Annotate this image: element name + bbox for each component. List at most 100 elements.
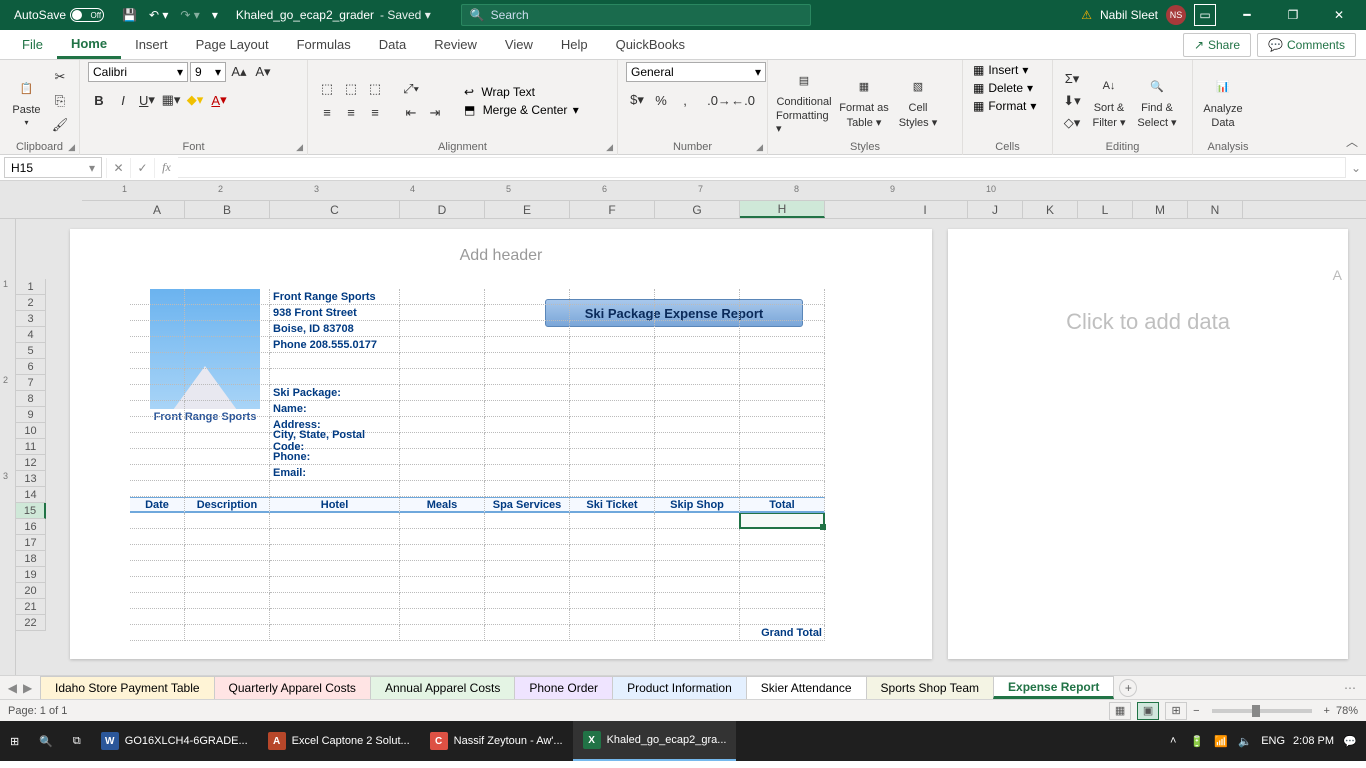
row-header-15[interactable]: 15: [16, 503, 46, 519]
wifi-icon[interactable]: 📶: [1213, 733, 1229, 749]
cell[interactable]: [130, 513, 185, 529]
cell[interactable]: [185, 401, 270, 417]
formula-input[interactable]: [178, 157, 1346, 178]
cell[interactable]: [570, 449, 655, 465]
cell[interactable]: [740, 449, 825, 465]
add-sheet-button[interactable]: +: [1119, 679, 1137, 697]
tab-data[interactable]: Data: [365, 31, 420, 59]
increase-font-icon[interactable]: A▴: [228, 62, 250, 82]
cell[interactable]: [740, 289, 825, 305]
sheet-prev-icon[interactable]: ◀: [8, 681, 17, 695]
underline-button[interactable]: U▾: [136, 90, 158, 110]
row-header-6[interactable]: 6: [16, 359, 46, 375]
clock[interactable]: 2:08 PM: [1293, 735, 1334, 747]
horizontal-ruler[interactable]: 12345678910: [82, 181, 1366, 201]
maximize-button[interactable]: ❐: [1270, 0, 1316, 30]
increase-indent-icon[interactable]: ⇥: [424, 103, 446, 123]
sheet-tab-skier[interactable]: Skier Attendance: [746, 676, 867, 699]
cell[interactable]: [485, 289, 570, 305]
cell[interactable]: [570, 417, 655, 433]
cell[interactable]: [185, 305, 270, 321]
cell[interactable]: [740, 369, 825, 385]
cell[interactable]: [655, 561, 740, 577]
cell[interactable]: [485, 353, 570, 369]
cell[interactable]: Ski Ticket: [570, 497, 655, 513]
align-launcher-icon[interactable]: ◢: [606, 142, 613, 153]
number-launcher-icon[interactable]: ◢: [756, 142, 763, 153]
cell[interactable]: [130, 337, 185, 353]
cell[interactable]: [655, 465, 740, 481]
task-view-icon[interactable]: ⧉: [63, 721, 91, 761]
cell[interactable]: [570, 465, 655, 481]
find-select-button[interactable]: 🔍Find &Select ▾: [1135, 66, 1179, 136]
cell[interactable]: [185, 481, 270, 497]
comma-icon[interactable]: ,: [674, 90, 696, 110]
row-header-10[interactable]: 10: [16, 423, 46, 439]
taskbar-search-icon[interactable]: 🔍: [29, 721, 63, 761]
clear-icon[interactable]: ◇▾: [1061, 113, 1083, 133]
cell[interactable]: [270, 609, 400, 625]
col-header-D[interactable]: D: [400, 201, 485, 218]
cell[interactable]: [570, 305, 655, 321]
save-icon[interactable]: 💾: [118, 6, 141, 24]
font-launcher-icon[interactable]: ◢: [296, 142, 303, 153]
cell[interactable]: [130, 321, 185, 337]
cell[interactable]: [485, 449, 570, 465]
cell[interactable]: [570, 577, 655, 593]
cell[interactable]: [740, 529, 825, 545]
cell[interactable]: [185, 417, 270, 433]
row-header-2[interactable]: 2: [16, 295, 46, 311]
autosum-icon[interactable]: Σ▾: [1061, 69, 1083, 89]
col-header-C[interactable]: C: [270, 201, 400, 218]
tab-home[interactable]: Home: [57, 31, 121, 59]
align-top-icon[interactable]: ⬚: [316, 79, 338, 99]
cell[interactable]: [185, 289, 270, 305]
cell[interactable]: [740, 561, 825, 577]
cell[interactable]: [400, 305, 485, 321]
expand-formula-icon[interactable]: ⌄: [1346, 161, 1366, 175]
volume-icon[interactable]: 🔈: [1237, 733, 1253, 749]
sheet-tab-expense[interactable]: Expense Report: [993, 676, 1114, 699]
cell[interactable]: [485, 369, 570, 385]
cell[interactable]: [655, 513, 740, 529]
cell[interactable]: [130, 593, 185, 609]
vertical-ruler[interactable]: 123: [0, 219, 16, 675]
cell[interactable]: [655, 545, 740, 561]
cell[interactable]: [270, 369, 400, 385]
tab-insert[interactable]: Insert: [121, 31, 182, 59]
user-name[interactable]: Nabil Sleet: [1100, 8, 1158, 22]
cell[interactable]: [270, 481, 400, 497]
cell[interactable]: [570, 513, 655, 529]
row-header-20[interactable]: 20: [16, 583, 46, 599]
page-break-view-icon[interactable]: ⊞: [1165, 702, 1187, 720]
sheet-next-icon[interactable]: ▶: [23, 681, 32, 695]
decrease-indent-icon[interactable]: ⇤: [400, 103, 422, 123]
cell[interactable]: [740, 433, 825, 449]
notifications-icon[interactable]: 💬: [1342, 733, 1358, 749]
cell[interactable]: [740, 337, 825, 353]
cell[interactable]: [270, 529, 400, 545]
cell[interactable]: [570, 401, 655, 417]
cell[interactable]: [740, 353, 825, 369]
cell[interactable]: [485, 305, 570, 321]
cell[interactable]: [270, 545, 400, 561]
cell[interactable]: [185, 545, 270, 561]
autosave-toggle[interactable]: AutoSave Off: [10, 6, 108, 24]
cell[interactable]: [485, 625, 570, 641]
cell[interactable]: [485, 385, 570, 401]
col-header-N[interactable]: N: [1188, 201, 1243, 218]
row-header-7[interactable]: 7: [16, 375, 46, 391]
cell[interactable]: [740, 305, 825, 321]
cell[interactable]: [740, 385, 825, 401]
cell[interactable]: Name:: [270, 401, 400, 417]
cell[interactable]: [655, 337, 740, 353]
fx-icon[interactable]: fx: [154, 158, 178, 178]
cell[interactable]: [130, 609, 185, 625]
cell[interactable]: [130, 529, 185, 545]
cell[interactable]: [570, 609, 655, 625]
row-header-1[interactable]: 1: [16, 279, 46, 295]
zoom-out-button[interactable]: −: [1193, 705, 1199, 717]
cell[interactable]: City, State, Postal Code:: [270, 433, 400, 449]
row-header-9[interactable]: 9: [16, 407, 46, 423]
click-to-add-data[interactable]: Click to add data: [1066, 309, 1230, 335]
